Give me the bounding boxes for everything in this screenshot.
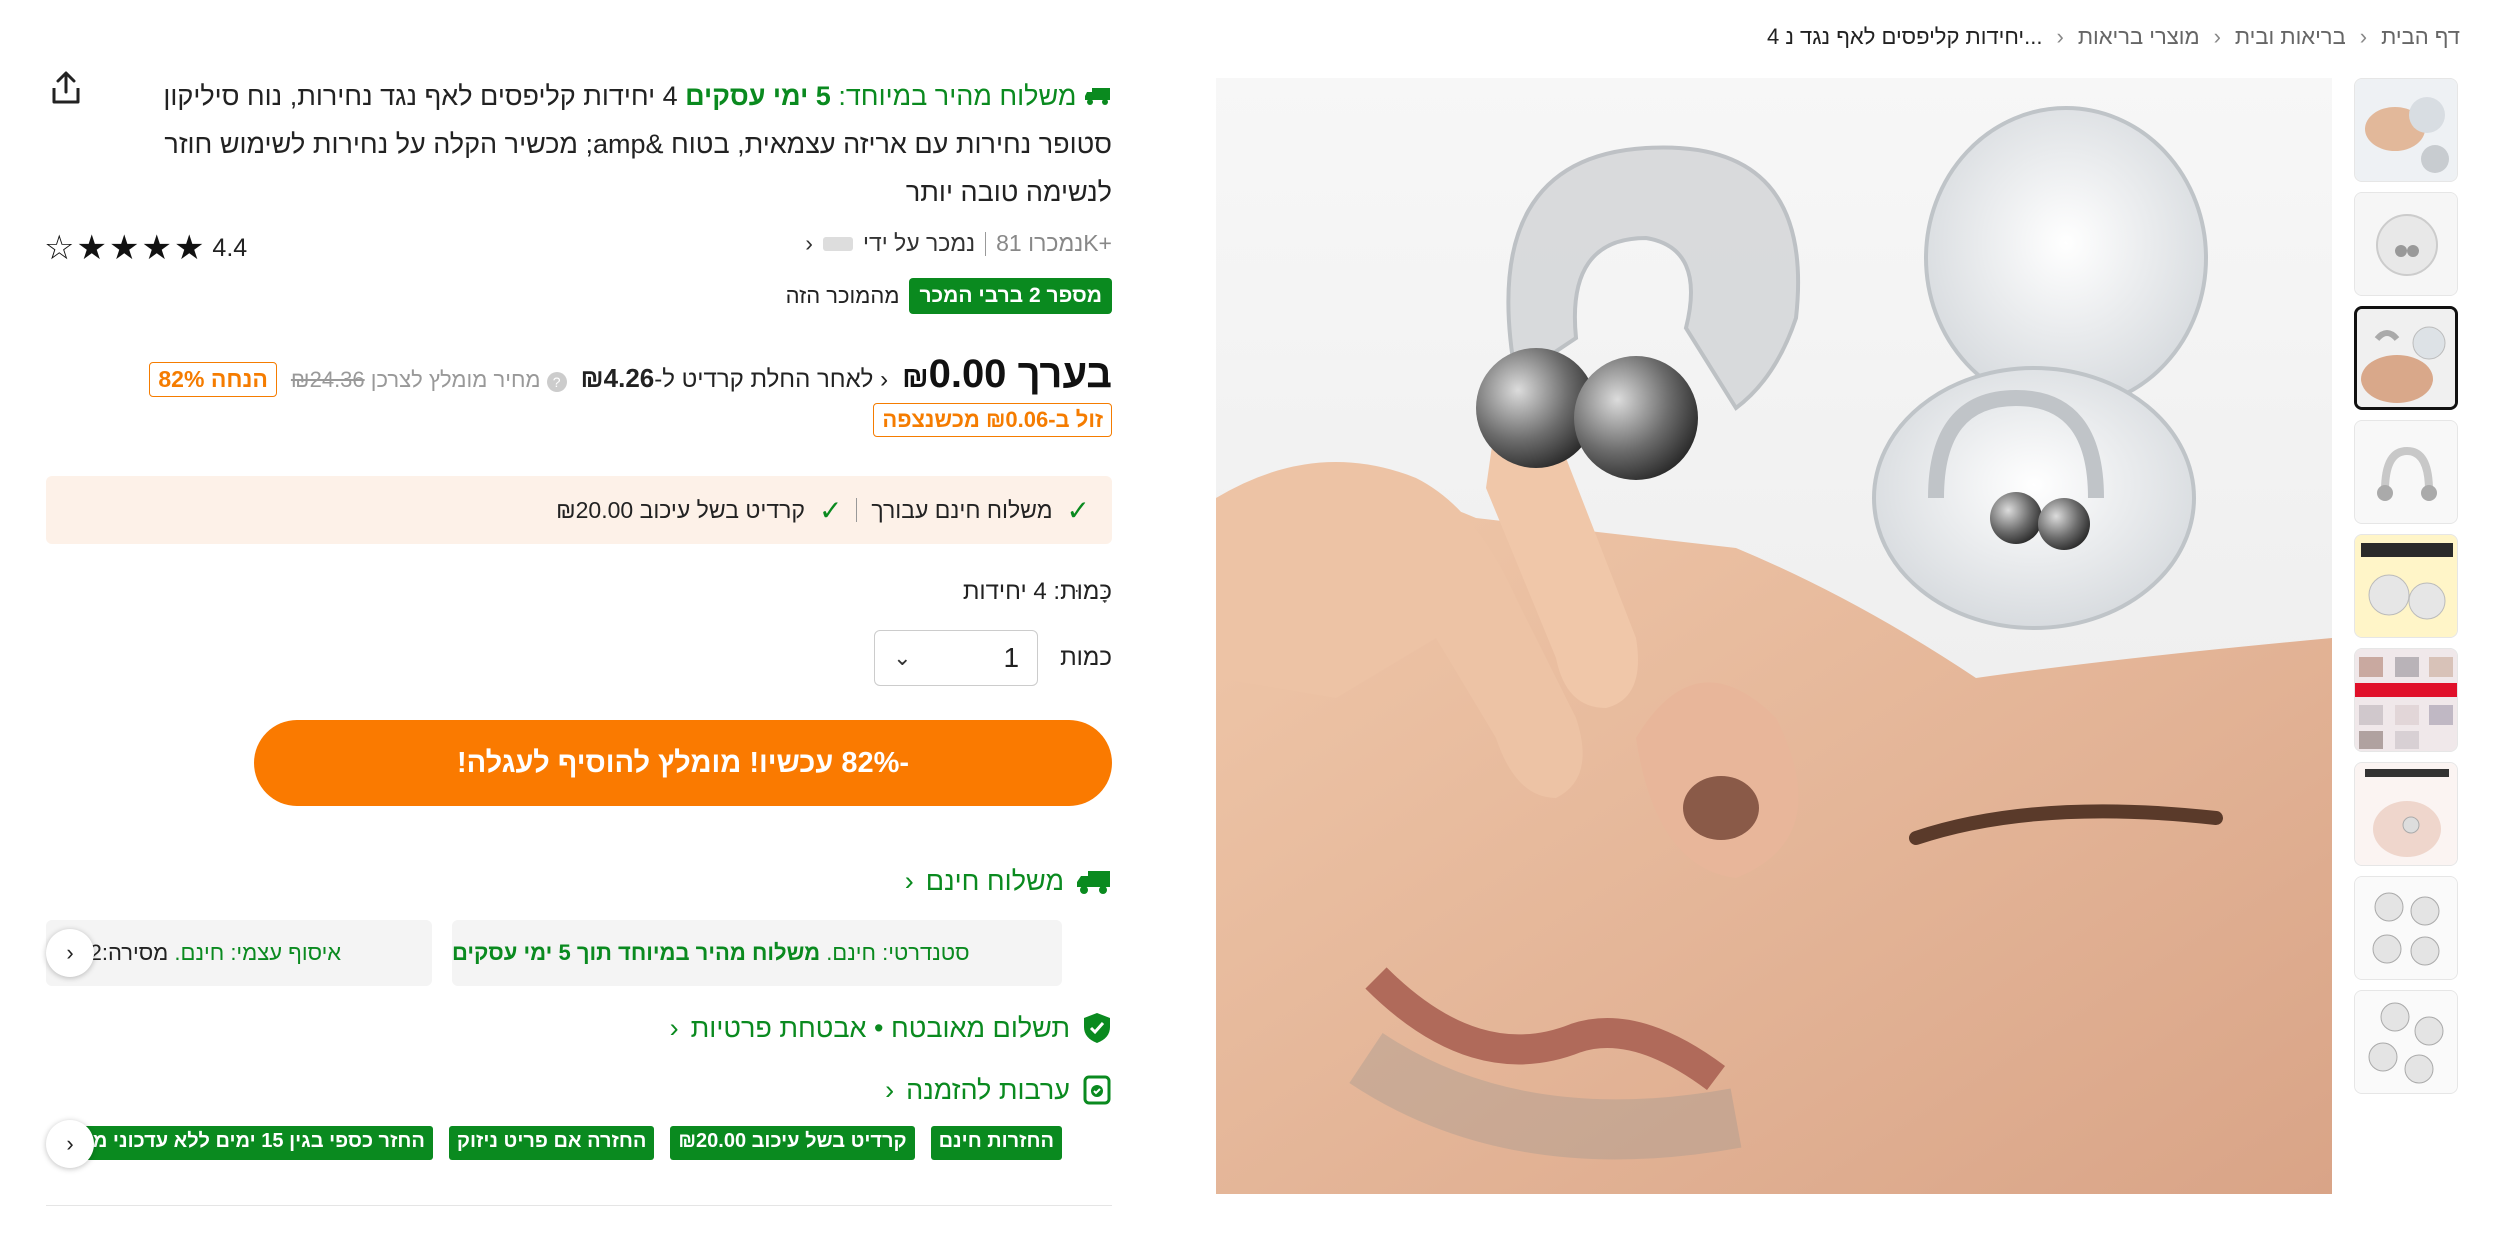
fast-shipping-label: משלוח מהיר במיוחד: 5 ימי עסקים [678,81,1112,111]
star-icon: ★ [141,229,172,267]
thumbnail-strip [2354,78,2458,1094]
standard-days: 5 ימי עסקים [452,940,571,965]
product-main-image[interactable] [1216,78,2332,1194]
secure-payment-link[interactable]: תשלום מאובטח • אבטחת פרטיות › [670,1012,1112,1044]
after-credit-value: ₪4.26 [580,363,655,393]
price-prefix: בערך [1017,352,1112,396]
free-shipping-link[interactable]: משלוח חינם › [905,866,1112,897]
chip-delay-credit: ₪20.00 קרדיט בשל עיכוב [670,1126,915,1160]
thumbnail-1[interactable] [2354,78,2458,182]
free-shipping-title: משלוח חינם [925,866,1064,896]
breadcrumb-home[interactable]: דף הבית [2381,24,2460,50]
thumbnail-7[interactable] [2354,762,2458,866]
chevron-right-icon: › [66,940,74,965]
fast-shipping-days: 5 ימי עסקים [685,81,831,111]
question-icon[interactable]: ? [546,372,567,392]
best-seller-badge: מספר 2 ברבי המכר [909,278,1112,314]
breadcrumb-current: 4 יחידות קליפסים לאף נגד נ... [1767,24,2043,49]
chevron-right-icon: › [904,866,914,896]
chip-damaged-return: החזרה אם פריט ניזוק [448,1126,655,1160]
msrp-value: ₪24.36 [290,367,365,392]
star-icon: ★ [76,229,107,267]
quantity-label: כמות [1060,644,1112,671]
thumbnail-8[interactable] [2354,876,2458,980]
star-icon: ★ [173,229,205,267]
check-icon: ✓ [818,494,843,526]
price-currency: ₪ [902,361,929,394]
pickup-prefix: איסוף עצמי: חינם. [174,940,342,965]
chevron-right-icon: › [669,1012,679,1043]
free-shipping-benefit: משלוח חינם עבורך [871,496,1053,523]
after-credit-text: לאחר החלת קרדיט ל- [654,366,874,393]
standard-shipping-card[interactable]: סטנדרטי: חינם. משלוח מהיר במיוחד תוך 5 י… [452,920,1062,986]
check-icon: ✓ [1066,494,1090,526]
chevron-right-icon: › [66,1131,74,1156]
price-value: 0.00 [928,352,1007,396]
seller-logo[interactable] [822,236,853,251]
product-title: משלוח מהיר במיוחד: 5 ימי עסקים 4 יחידות … [102,72,1112,216]
chip-free-returns: החזרות חינם [930,1126,1062,1160]
quantity-value: 1 [1003,642,1020,673]
add-to-cart-button[interactable]: -82% עכשיו! מומלץ להוסיף לעגלה! [254,720,1112,806]
price-row: בערך ₪0.00 לאחר החלת קרדיט ל-₪4.26 › מחי… [149,352,1112,397]
thumbnail-9[interactable] [2354,990,2458,1094]
chevron-left-icon: › [2359,24,2368,49]
price-main: בערך ₪0.00 [902,352,1112,397]
rating[interactable]: ☆ ★ ★ ★ ★ 4.4 [44,228,247,268]
thumbnail-6[interactable] [2354,648,2458,752]
cheaper-badge: זול ב-₪0.06 מכשנצפה [873,403,1112,437]
divider [856,498,858,522]
best-seller: מספר 2 ברבי המכר מהמוכר הזה [786,278,1112,314]
msrp-label: מחיר מומלץ לצרכן [370,367,541,392]
breadcrumb-health-products[interactable]: מוצרי בריאות [2078,24,2200,50]
chips-next-button[interactable]: › [46,1120,94,1168]
sold-count: נמכרו 81K+ [996,230,1112,256]
quantity-units: כָּמוּת: 4 יחידות [962,578,1112,605]
chevron-right-icon: › [880,366,889,393]
quantity-select[interactable]: 1 ⌄ [874,630,1039,686]
chevron-down-icon: ⌄ [893,645,912,670]
chevron-right-icon[interactable]: › [805,230,813,257]
divider [985,231,987,256]
add-to-cart-label: -82% עכשיו! מומלץ להוסיף לעגלה! [456,746,910,779]
benefits-banner: ✓ משלוח חינם עבורך ✓ ₪20.00 קרדיט בשל עי… [46,476,1112,544]
chevron-right-icon: › [885,1074,895,1105]
fast-shipping-prefix: משלוח מהיר במיוחד: [838,81,1077,111]
guarantee-icon [1083,1075,1111,1105]
star-icon: ★ [108,229,140,267]
thumbnail-2[interactable] [2354,192,2458,296]
divider-line [46,1205,1112,1206]
standard-prefix: סטנדרטי: חינם. [826,940,970,965]
delay-credit-benefit: ₪20.00 קרדיט בשל עיכוב [556,496,805,523]
chevron-left-icon: › [2056,24,2064,49]
thumbnail-4[interactable] [2354,420,2458,524]
chevron-left-icon: › [2213,24,2221,49]
truck-icon [1085,88,1110,105]
sold-info: נמכרו 81K+ נמכר על ידי › [805,230,1112,257]
discount-badge: 82% הנחה [149,362,277,397]
quantity-row: כמות 1 ⌄ [874,630,1112,686]
star-half-icon: ☆ [44,229,75,267]
shipping-next-button[interactable]: › [46,929,94,977]
rating-value: 4.4 [212,233,248,262]
order-guarantee-label: ערבות להזמנה [906,1074,1070,1105]
best-seller-text: מהמוכר הזה [785,283,900,308]
guarantee-chips: החזרות חינם ₪20.00 קרדיט בשל עיכוב החזרה… [86,1126,1062,1160]
shield-icon [1084,1013,1110,1043]
share-icon[interactable] [48,70,84,106]
sold-by-label: נמכר על ידי [862,230,976,256]
breadcrumb: דף הבית › בריאות ובית › מוצרי בריאות › 4… [1767,24,2460,50]
thumbnail-5[interactable] [2354,534,2458,638]
msrp: מחיר מומלץ לצרכן ₪24.36 ? [291,367,567,393]
thumbnail-3-selected[interactable] [2354,306,2458,410]
chip-refund-15-days: החזר כספי בגין 15 ימים ללא עדכוני מע [86,1126,433,1160]
star-rating-icons: ☆ ★ ★ ★ ★ [44,228,204,268]
price-after-credit[interactable]: לאחר החלת קרדיט ל-₪4.26 › [581,363,888,394]
breadcrumb-health-home[interactable]: בריאות ובית [2235,24,2346,50]
truck-icon [1077,870,1110,894]
standard-bold: משלוח מהיר במיוחד תוך [576,940,821,965]
pickup-shipping-card[interactable]: איסוף עצמי: חינם. מסירה:6-12 י [46,920,432,986]
order-guarantee-link[interactable]: ערבות להזמנה › [885,1074,1112,1106]
secure-payment-label: תשלום מאובטח • אבטחת פרטיות [690,1012,1070,1043]
